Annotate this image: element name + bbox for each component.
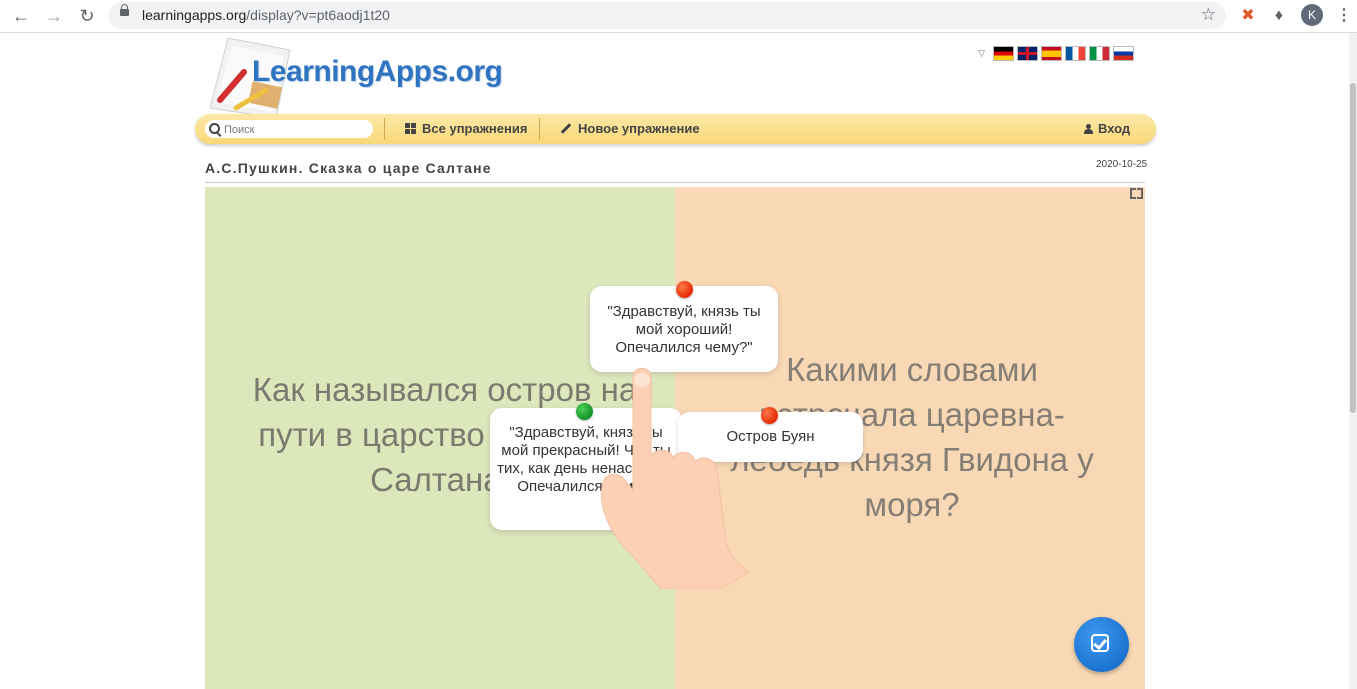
pin-icon <box>761 407 778 424</box>
grid-icon <box>405 123 416 134</box>
user-icon <box>1084 123 1093 134</box>
puzzle-icon[interactable]: ♦ <box>1268 5 1290 27</box>
main-nav: Все упражнения Новое упражнение Вход <box>195 114 1156 144</box>
app-date: 2020-10-25 <box>1096 159 1148 170</box>
flag-ru-icon[interactable] <box>1112 45 1134 61</box>
pin-icon <box>676 281 693 298</box>
search-box[interactable] <box>205 120 373 139</box>
flag-it-icon[interactable] <box>1088 45 1110 61</box>
nav-divider <box>539 118 540 140</box>
hand-pointer-icon <box>600 368 750 589</box>
reload-icon[interactable]: ↻ <box>75 4 99 28</box>
app-title: А.С.Пушкин. Сказка о царе Салтане <box>205 160 492 176</box>
star-icon[interactable]: ☆ <box>1201 5 1216 25</box>
url-text: learningapps.org/display?v=pt6aodj1t20 <box>142 7 390 23</box>
url-path: /display?v=pt6aodj1t20 <box>246 7 390 23</box>
fullscreen-corner <box>1130 193 1136 199</box>
title-divider <box>205 182 1145 183</box>
extension-icon[interactable]: ✖ <box>1237 5 1259 27</box>
address-bar[interactable]: learningapps.org/display?v=pt6aodj1t20 ☆ <box>108 2 1226 29</box>
logo-text[interactable]: LearningApps.org <box>252 55 503 89</box>
check-answers-button[interactable] <box>1074 617 1129 672</box>
nav-divider <box>384 118 385 140</box>
scrollbar[interactable] <box>1349 33 1357 689</box>
scrollbar-thumb[interactable] <box>1350 83 1356 413</box>
chevron-down-icon[interactable]: ▽ <box>978 48 985 59</box>
check-icon <box>1091 634 1109 652</box>
all-exercises-link[interactable]: Все упражнения <box>405 121 527 136</box>
answer-card-text: "Здравствуй, князь ты мой хороший! Опеча… <box>607 303 761 356</box>
flag-gb-icon[interactable] <box>1016 45 1038 61</box>
fullscreen-icon[interactable] <box>1130 188 1143 199</box>
answer-card[interactable]: "Здравствуй, князь ты мой хороший! Опеча… <box>590 286 778 372</box>
browser-toolbar: ← → ↻ learningapps.org/display?v=pt6aodj… <box>0 0 1357 33</box>
menu-icon[interactable]: ⋮ <box>1333 5 1355 27</box>
new-exercise-link[interactable]: Новое упражнение <box>560 121 700 136</box>
fullscreen-corner <box>1137 193 1143 199</box>
new-exercise-label: Новое упражнение <box>578 121 700 136</box>
avatar[interactable]: K <box>1301 4 1323 26</box>
exercise-area: Как назывался остров на пути в царство с… <box>205 187 1145 689</box>
search-input[interactable] <box>222 121 366 139</box>
search-icon <box>209 123 220 134</box>
pencil-icon <box>560 123 572 134</box>
login-link[interactable]: Вход <box>1084 121 1130 136</box>
url-host: learningapps.org <box>142 7 247 23</box>
flag-de-icon[interactable] <box>992 45 1014 61</box>
flag-fr-icon[interactable] <box>1064 45 1086 61</box>
login-label: Вход <box>1098 121 1131 136</box>
back-icon[interactable]: ← <box>9 4 33 28</box>
forward-icon[interactable]: → <box>42 4 66 28</box>
flag-es-icon[interactable] <box>1040 45 1062 61</box>
all-exercises-label: Все упражнения <box>422 121 528 136</box>
lock-icon <box>120 4 129 16</box>
language-selector[interactable]: ▽ <box>978 44 1134 62</box>
